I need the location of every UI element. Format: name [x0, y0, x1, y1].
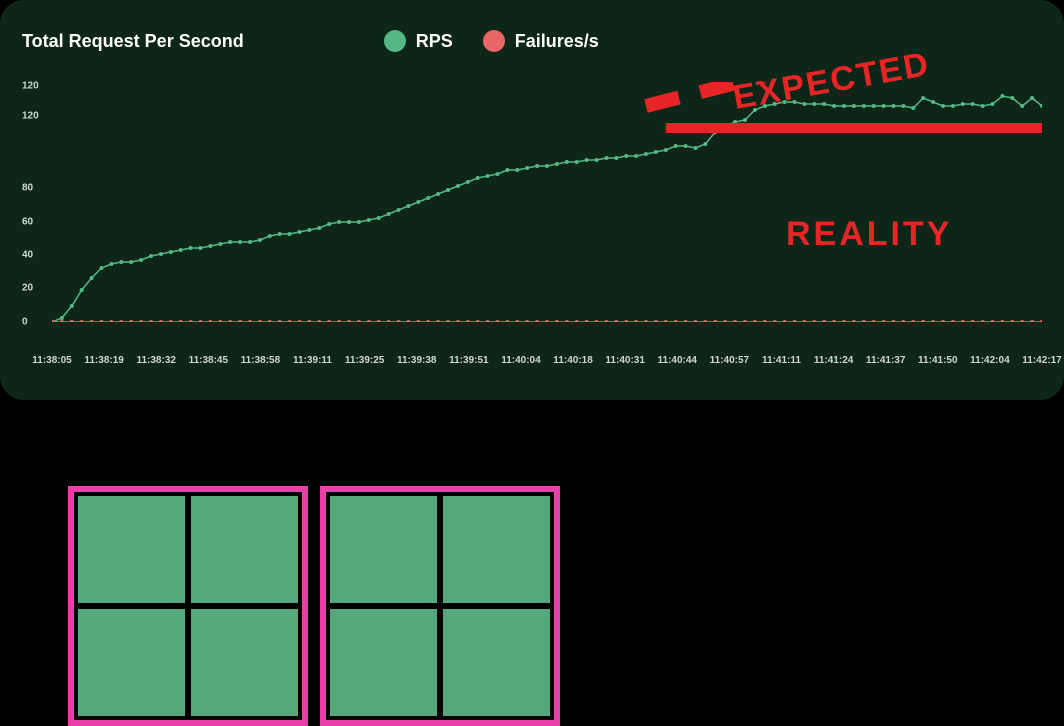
x-axis-tick: 11:39:38	[397, 355, 436, 366]
y-axis-tick: 120	[22, 111, 39, 122]
x-axis-tick: 11:41:11	[762, 355, 801, 366]
server-1-core	[191, 496, 298, 603]
x-axis-tick: 11:38:45	[189, 355, 228, 366]
rps-swatch-icon	[384, 30, 406, 52]
x-axis-tick: 11:38:19	[84, 355, 123, 366]
x-axis-tick: 11:41:24	[814, 355, 853, 366]
y-axis-tick: 80	[22, 183, 33, 194]
legend-failures-label: Failures/s	[515, 31, 599, 52]
server-2-core	[330, 609, 437, 716]
server-2-core	[443, 496, 550, 603]
y-axis-tick: 120	[22, 81, 39, 92]
server-2	[320, 486, 560, 726]
chart-header: Total Request Per Second RPS Failures/s	[22, 30, 1042, 52]
x-axis-tick: 11:40:04	[501, 355, 540, 366]
legend-failures[interactable]: Failures/s	[483, 30, 599, 52]
server-2-core	[330, 496, 437, 603]
x-axis-tick: 11:38:32	[136, 355, 175, 366]
annotation-reality: REALITY	[786, 215, 952, 254]
chart-svg	[52, 82, 1042, 322]
y-axis-tick: 40	[22, 250, 33, 261]
server-2-core	[443, 609, 550, 716]
x-axis-tick: 11:40:57	[710, 355, 749, 366]
chart-plot[interactable]	[52, 82, 1042, 322]
server-1	[68, 486, 308, 726]
y-axis-tick: 60	[22, 217, 33, 228]
x-axis-tick: 11:42:17	[1022, 355, 1061, 366]
x-axis-tick: 11:40:31	[605, 355, 644, 366]
x-axis-tick: 11:41:37	[866, 355, 905, 366]
y-axis-tick: 0	[22, 317, 28, 328]
x-axis-tick: 11:39:51	[449, 355, 488, 366]
server-1-core	[191, 609, 298, 716]
server-1-core	[78, 609, 185, 716]
x-axis-tick: 11:42:04	[970, 355, 1009, 366]
x-axis-tick: 11:39:11	[293, 355, 332, 366]
x-axis-tick: 11:39:25	[345, 355, 384, 366]
y-axis-tick: 20	[22, 283, 33, 294]
server-diagram	[68, 486, 560, 726]
chart-area: EXPECTED REALITY 12012002040608011:38:05…	[22, 82, 1042, 352]
x-axis-tick: 11:38:05	[32, 355, 71, 366]
x-axis-tick: 11:40:44	[658, 355, 697, 366]
server-1-core	[78, 496, 185, 603]
failures-swatch-icon	[483, 30, 505, 52]
x-axis-tick: 11:38:58	[241, 355, 280, 366]
legend-rps-label: RPS	[416, 31, 453, 52]
x-axis-tick: 11:41:50	[918, 355, 957, 366]
legend-rps[interactable]: RPS	[384, 30, 453, 52]
x-axis-tick: 11:40:18	[553, 355, 592, 366]
chart-title: Total Request Per Second	[22, 31, 244, 52]
rps-chart-panel: Total Request Per Second RPS Failures/s …	[0, 0, 1064, 400]
